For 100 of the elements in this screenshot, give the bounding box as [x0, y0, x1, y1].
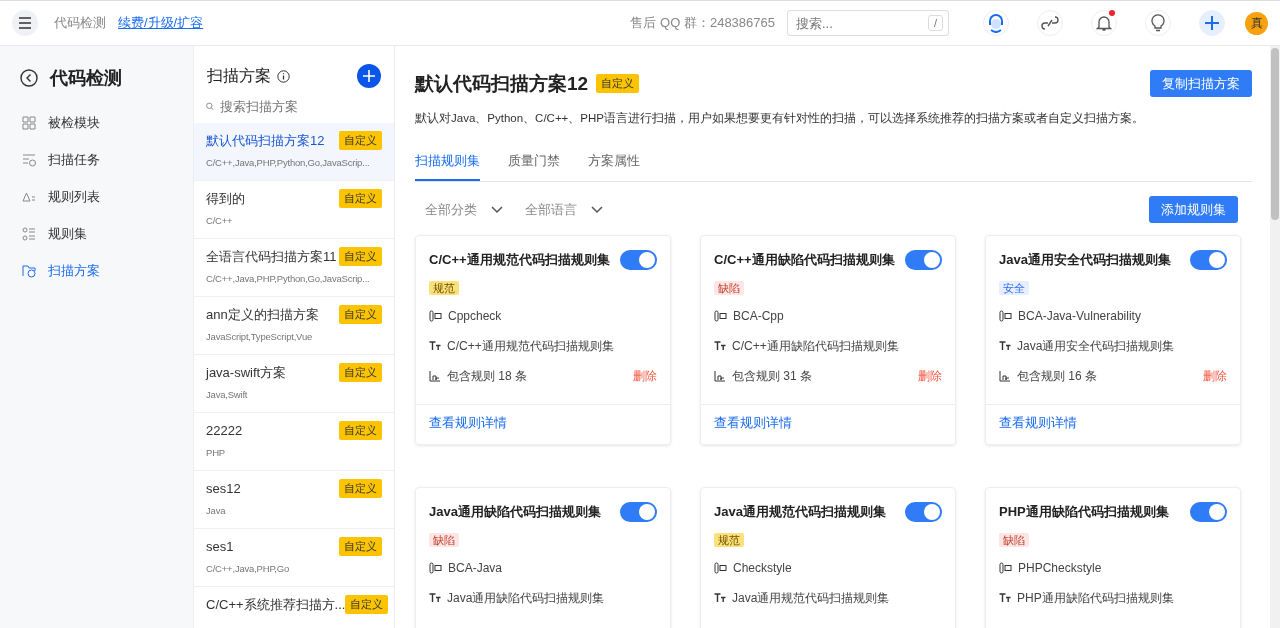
toggle-switch[interactable]	[905, 502, 942, 522]
toggle-switch[interactable]	[905, 250, 942, 270]
plan-languages: C/C++,Java,PHP,Go	[206, 562, 290, 575]
menu-button[interactable]	[12, 10, 38, 36]
custom-tag: 自定义	[339, 363, 382, 382]
plan-list-item[interactable]: ann定义的扫描方案 自定义 JavaScript,TypeScript,Vue	[194, 297, 394, 355]
plus-icon	[1204, 15, 1220, 31]
plan-list-item[interactable]: C/C++系统推荐扫描方... 自定义	[194, 587, 394, 628]
custom-tag: 自定义	[339, 189, 382, 208]
sidebar-item[interactable]: 被检模块	[0, 104, 193, 141]
plan-languages: PHP	[206, 446, 225, 459]
support-agent-icon	[987, 13, 1005, 33]
chart-icon	[999, 370, 1011, 382]
plus-icon	[363, 70, 375, 82]
create-button[interactable]	[1199, 10, 1225, 36]
tab[interactable]: 方案属性	[588, 152, 640, 181]
tool-name: BCA-Java-Vulnerability	[1018, 309, 1141, 323]
grid-icon	[22, 115, 36, 130]
sidebar-item[interactable]: 扫描方案	[0, 252, 193, 289]
menu-icon	[18, 17, 32, 29]
rule-count: 包含规则 18 条	[447, 367, 527, 385]
ruleset-name: Java通用安全代码扫描规则集	[1017, 337, 1175, 355]
tool-icon	[999, 562, 1012, 574]
notification-dot	[1109, 10, 1115, 16]
custom-tag: 自定义	[339, 247, 382, 266]
copy-plan-button[interactable]: 复制扫描方案	[1150, 70, 1252, 97]
chevron-down-icon	[591, 205, 603, 214]
plan-list-item[interactable]: 默认代码扫描方案12 自定义 C/C++,Java,PHP,Python,Go,JavaScrip...	[194, 123, 394, 181]
plan-languages: Java,Swift	[206, 388, 248, 401]
tool-icon	[714, 562, 727, 574]
sidebar-item[interactable]: 规则集	[0, 215, 193, 252]
ruleset-name: C/C++通用缺陷代码扫描规则集	[732, 337, 899, 355]
tool-name: BCA-Java	[448, 561, 503, 575]
ruleset-title: PHP通用缺陷代码扫描规则集	[999, 503, 1169, 521]
toggle-switch[interactable]	[620, 502, 657, 522]
plan-list-item[interactable]: 得到的 自定义 C/C++	[194, 181, 394, 239]
plan-list-item[interactable]: 22222 自定义 PHP	[194, 413, 394, 471]
chevron-down-icon	[491, 205, 503, 214]
link-button[interactable]	[1037, 10, 1063, 36]
tab[interactable]: 质量门禁	[508, 152, 560, 181]
plan-description: 默认对Java、Python、C/C++、PHP语言进行扫描，用户如果想要更有针对性的扫描，可以选择系统推荐的扫描方案或者自定义扫描方案。	[415, 111, 1145, 126]
folder-clock-icon	[22, 263, 36, 278]
chart-icon	[429, 370, 441, 382]
rule-details-link[interactable]: 查看规则详情	[429, 416, 507, 430]
qq-group-text: 售后 QQ 群：248386765	[630, 14, 775, 32]
sidebar-item[interactable]: 规则列表	[0, 178, 193, 215]
plan-list-item[interactable]: ses12 自定义 Java	[194, 471, 394, 529]
rule-count: 包含规则 31 条	[732, 367, 812, 385]
filter-dropdown[interactable]: 全部语言	[515, 200, 603, 219]
ruleset-title: Java通用规范代码扫描规则集	[714, 503, 886, 521]
text-type-icon	[999, 341, 1011, 351]
delete-link[interactable]: 删除	[1203, 367, 1227, 385]
sidebar-title: 代码检测	[50, 67, 122, 90]
plan-name: 全语言代码扫描方案11	[206, 247, 337, 266]
panel-title: 扫描方案	[207, 65, 271, 86]
plan-list-item[interactable]: ses1 自定义 C/C++,Java,PHP,Go	[194, 529, 394, 587]
tips-button[interactable]	[1145, 10, 1171, 36]
category-tag: 缺陷	[999, 533, 1029, 547]
ruleset-title: Java通用安全代码扫描规则集	[999, 251, 1171, 269]
bell-icon	[1096, 14, 1112, 32]
custom-tag: 自定义	[339, 131, 382, 150]
plan-list-item[interactable]: java-swift方案 自定义 Java,Swift	[194, 355, 394, 413]
plan-name: ann定义的扫描方案	[206, 305, 319, 324]
tool-name: Cppcheck	[448, 309, 502, 323]
user-avatar[interactable]: 真	[1245, 11, 1268, 35]
sidebar-item[interactable]: 扫描任务	[0, 141, 193, 178]
info-icon[interactable]	[277, 69, 290, 83]
plan-name: ses1	[206, 539, 234, 554]
add-ruleset-button[interactable]: 添加规则集	[1149, 196, 1238, 223]
tool-icon	[714, 310, 727, 322]
scrollbar-thumb[interactable]	[1271, 48, 1279, 220]
text-type-icon	[429, 593, 441, 603]
app-name: 代码检测	[54, 14, 106, 32]
tool-name: PHPCheckstyle	[1018, 561, 1102, 575]
custom-tag: 自定义	[339, 421, 382, 440]
category-tag: 规范	[714, 533, 744, 547]
ruleset-name: Java通用规范代码扫描规则集	[732, 589, 890, 607]
tool-icon	[429, 310, 442, 322]
support-button[interactable]	[983, 10, 1009, 36]
text-type-icon	[714, 341, 726, 351]
delete-link[interactable]: 删除	[633, 367, 657, 385]
tool-icon	[999, 310, 1012, 322]
list-icon	[22, 226, 36, 241]
link-icon	[1041, 14, 1059, 32]
renew-link[interactable]: 续费/升级/扩容	[118, 14, 204, 32]
add-plan-button[interactable]	[357, 64, 381, 88]
rule-details-link[interactable]: 查看规则详情	[999, 416, 1077, 430]
back-icon[interactable]	[20, 69, 38, 87]
tool-name: BCA-Cpp	[733, 309, 784, 323]
plan-list-item[interactable]: 全语言代码扫描方案11 自定义 C/C++,Java,PHP,Python,Go,JavaScrip...	[194, 239, 394, 297]
toggle-switch[interactable]	[1190, 250, 1227, 270]
notification-button[interactable]	[1091, 10, 1117, 36]
toggle-switch[interactable]	[1190, 502, 1227, 522]
filter-dropdown[interactable]: 全部分类	[415, 200, 503, 219]
delete-link[interactable]: 删除	[918, 367, 942, 385]
chart-icon	[714, 370, 726, 382]
plan-name: C/C++系统推荐扫描方...	[206, 595, 346, 614]
toggle-switch[interactable]	[620, 250, 657, 270]
rule-details-link[interactable]: 查看规则详情	[714, 416, 792, 430]
tab[interactable]: 扫描规则集	[415, 152, 480, 181]
